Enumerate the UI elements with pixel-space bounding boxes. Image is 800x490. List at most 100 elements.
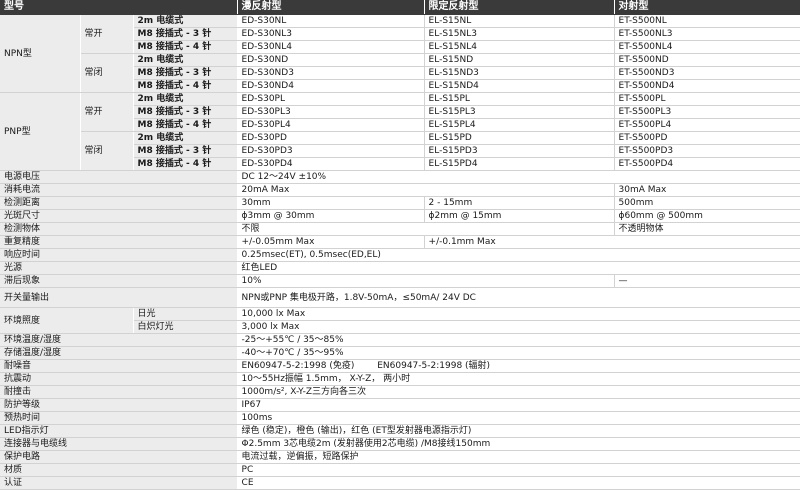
- spec-label: 保护电路: [0, 450, 238, 464]
- spec-value: 2 - 15mm: [424, 196, 615, 210]
- model-cell: ET-S500PL4: [614, 118, 800, 132]
- model-cell: ET-S500PL3: [614, 105, 800, 119]
- model-cell: ED-S30PD3: [237, 144, 425, 158]
- table-row: NPN型 常开 2m 电缆式 ED-S30NL EL-S15NL ET-S500…: [0, 14, 800, 93]
- spec-label: 电源电压: [0, 170, 238, 184]
- spec-value: ϕ60mm @ 500mm: [614, 209, 800, 223]
- model-cell: ED-S30NL3: [237, 27, 425, 41]
- type-cable: 2m 电缆式: [133, 14, 238, 28]
- illum-lamp-label: 白炽灯光: [133, 320, 238, 334]
- spec-value: Φ2.5mm 3芯电缆2m (发射器使用2芯电缆) /M8接线150mm: [237, 437, 800, 451]
- model-cell: ET-S500PD3: [614, 144, 800, 158]
- spec-value: 3,000 lx Max: [237, 320, 800, 334]
- model-cell: EL-S15NL: [424, 14, 615, 28]
- normally-open-label: 常开: [80, 14, 134, 54]
- spec-label: 响应时间: [0, 248, 238, 262]
- spec-value: ϕ3mm @ 30mm: [237, 209, 425, 223]
- table-header: 型号 漫反射型 限定反射型 对射型: [0, 0, 800, 15]
- spec-label: 连接器与电缆线: [0, 437, 238, 451]
- spec-row-ambient: 环境温度/湿度 -25～+55℃ / 35～85%: [0, 333, 800, 347]
- spec-label: 认证: [0, 476, 238, 490]
- spec-value: 500mm: [614, 196, 800, 210]
- model-cell: ED-S30ND3: [237, 66, 425, 80]
- limited-header: 限定反射型: [424, 0, 615, 15]
- spec-row-material: 材质 PC: [0, 463, 800, 477]
- spec-row-light: 光源 红色LED: [0, 261, 800, 275]
- spec-value: 电流过载，逆偏振，短路保护: [237, 450, 800, 464]
- spec-value: 100ms: [237, 411, 800, 425]
- spec-row-supply-voltage: 电源电压 DC 12～24V ±10%: [0, 170, 800, 184]
- spec-value: -40～+70℃ / 35～95%: [237, 346, 800, 360]
- type-cable: 2m 电缆式: [133, 53, 238, 67]
- spec-row-warmup: 预热时间 100ms: [0, 411, 800, 425]
- model-cell: ET-S500ND4: [614, 79, 800, 93]
- model-cell: ET-S500PL: [614, 92, 800, 106]
- normally-closed-label: 常闭: [80, 53, 134, 93]
- spec-value: PC: [237, 463, 800, 477]
- spec-value: 1000m/s², X-Y-Z三方向各三次: [237, 385, 800, 399]
- spec-label: 检测距离: [0, 196, 238, 210]
- type-m8-3: M8 接插式 - 3 针: [133, 66, 238, 80]
- model-cell: ED-S30PL4: [237, 118, 425, 132]
- spec-value: 30mm: [237, 196, 425, 210]
- spec-row-distance: 检测距离 30mm 2 - 15mm 500mm: [0, 196, 800, 210]
- normally-open-label: 常开: [80, 92, 134, 132]
- spec-row-shock: 耐撞击 1000m/s², X-Y-Z三方向各三次: [0, 385, 800, 399]
- spec-row-circuit: 保护电路 电流过载，逆偏振，短路保护: [0, 450, 800, 464]
- model-cell: ET-S500PD: [614, 131, 800, 145]
- spec-value: 不限: [237, 222, 615, 236]
- spec-value: 红色LED: [237, 261, 800, 275]
- table-row: PNP型 常开 2m 电缆式 ED-S30PL EL-S15PL ET-S500…: [0, 92, 800, 171]
- spec-value: —: [614, 274, 800, 288]
- spec-value: +/-0.1mm Max: [424, 235, 800, 249]
- model-cell: ED-S30PD4: [237, 157, 425, 171]
- spec-label: 耐撞击: [0, 385, 238, 399]
- spec-label: 抗震动: [0, 372, 238, 386]
- model-cell: EL-S15ND: [424, 53, 615, 67]
- model-cell: ET-S500ND3: [614, 66, 800, 80]
- type-m8-4: M8 接插式 - 4 针: [133, 118, 238, 132]
- spec-row-repeat: 重复精度 +/-0.05mm Max +/-0.1mm Max: [0, 235, 800, 249]
- spec-value: +/-0.05mm Max: [237, 235, 425, 249]
- spec-row-object: 检测物体 不限 不透明物体: [0, 222, 800, 236]
- model-cell: ED-S30PL3: [237, 105, 425, 119]
- table-row: 常闭 2m 电缆式 ED-S30PD EL-S15PD ET-S500PD: [0, 131, 800, 171]
- spec-row-noise: 耐噪音 EN60947-5-2:1998 (免疫) EN60947-5-2:19…: [0, 359, 800, 373]
- type-cable: 2m 电缆式: [133, 92, 238, 106]
- spec-label: 材质: [0, 463, 238, 477]
- model-cell: ED-S30ND: [237, 53, 425, 67]
- type-m8-3: M8 接插式 - 3 针: [133, 27, 238, 41]
- spec-label: 开关量输出: [0, 287, 238, 308]
- spec-label: 环境温度/湿度: [0, 333, 238, 347]
- model-cell: ET-S500PD4: [614, 157, 800, 171]
- model-cell: EL-S15ND4: [424, 79, 615, 93]
- through-header: 对射型: [614, 0, 800, 15]
- spec-row-hysteresis: 滞后现象 10% —: [0, 274, 800, 288]
- spec-row-cert: 认证 CE: [0, 476, 800, 490]
- type-cable: 2m 电缆式: [133, 131, 238, 145]
- spec-row-current: 消耗电流 20mA Max 30mA Max: [0, 183, 800, 197]
- model-cell: EL-S15NL4: [424, 40, 615, 54]
- spec-value: NPN或PNP 集电极开路，1.8V-50mA，≤50mA/ 24V DC: [237, 287, 800, 308]
- model-cell: ET-S500NL4: [614, 40, 800, 54]
- model-cell: EL-S15PD4: [424, 157, 615, 171]
- type-m8-3: M8 接插式 - 3 针: [133, 144, 238, 158]
- model-cell: EL-S15ND3: [424, 66, 615, 80]
- spec-label: 防护等级: [0, 398, 238, 412]
- spec-value: CE: [237, 476, 800, 490]
- spec-label: 消耗电流: [0, 183, 238, 197]
- type-m8-4: M8 接插式 - 4 针: [133, 157, 238, 171]
- model-cell: ED-S30ND4: [237, 79, 425, 93]
- model-cell: ET-S500NL3: [614, 27, 800, 41]
- spec-label: 重复精度: [0, 235, 238, 249]
- type-m8-4: M8 接插式 - 4 针: [133, 79, 238, 93]
- table-row: 常闭 2m 电缆式 ED-S30ND EL-S15ND ET-S500ND: [0, 53, 800, 93]
- npn-label: NPN型: [0, 14, 81, 93]
- type-m8-4: M8 接插式 - 4 针: [133, 40, 238, 54]
- spec-value: 10～55Hz振幅 1.5mm， X-Y-Z， 两小时: [237, 372, 800, 386]
- spec-value: ϕ2mm @ 15mm: [424, 209, 615, 223]
- spec-table: 型号 漫反射型 限定反射型 对射型 NPN型 常开 2m 电缆式 ED-S30N…: [0, 0, 800, 490]
- model-cell: ED-S30PL: [237, 92, 425, 106]
- spec-value: DC 12～24V ±10%: [237, 170, 800, 184]
- pnp-label: PNP型: [0, 92, 81, 171]
